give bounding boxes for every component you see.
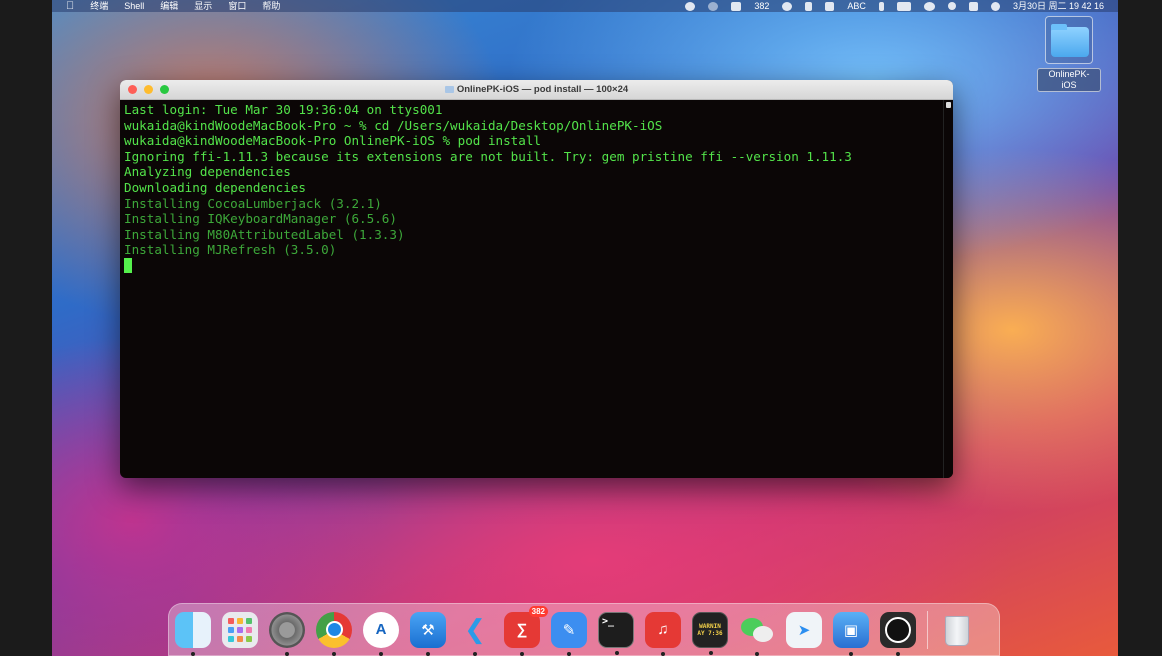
chrome-icon[interactable] — [316, 611, 352, 656]
status-stop-icon[interactable] — [708, 1, 719, 11]
spotlight-search-icon[interactable] — [947, 2, 956, 10]
status-network-icon[interactable] — [782, 1, 793, 11]
zoom-window-button[interactable] — [160, 85, 169, 94]
terminal-line: Last login: Tue Mar 30 19:36:04 on ttys0… — [124, 102, 443, 117]
desktop-folder[interactable]: OnlinePK-iOS — [1037, 16, 1101, 93]
menu-view[interactable]: 显示 — [194, 0, 212, 12]
vscode-icon[interactable]: ❮ — [457, 612, 493, 656]
weibo-badge: 382 — [528, 605, 548, 617]
testflight-icon[interactable]: ➤ — [786, 611, 822, 648]
terminal-line: Installing MJRefresh (3.5.0) — [124, 242, 337, 258]
terminal-line: Installing M80AttributedLabel (1.3.3) — [124, 226, 405, 242]
terminal-window: OnlinePK-iOS — pod install — 100×24 Last… — [120, 80, 953, 478]
console-icon[interactable]: WARNIN AY 7:36 — [692, 611, 728, 655]
weibo-icon[interactable]: ∑ 382 — [504, 605, 548, 656]
battery-icon[interactable] — [896, 1, 911, 11]
desktop:  终端 Shell 编辑 显示 窗口 帮助 382 ABC 3月30日 周二 … — [52, 0, 1118, 656]
terminal-scrollbar[interactable] — [943, 100, 953, 478]
simulator-icon[interactable]: ▣ — [833, 611, 869, 656]
terminal-glyph: >_ — [602, 615, 615, 627]
finder-icon[interactable] — [175, 611, 211, 656]
terminal-output[interactable]: Last login: Tue Mar 30 19:36:04 on ttys0… — [120, 100, 943, 478]
terminal-icon[interactable]: >_ — [598, 611, 634, 655]
status-badge-count[interactable]: 382 — [754, 0, 769, 12]
menu-terminal[interactable]: 终端 — [90, 0, 108, 12]
folder-icon[interactable] — [1045, 16, 1093, 64]
folder-label[interactable]: OnlinePK-iOS — [1037, 68, 1101, 92]
control-center-icon[interactable] — [968, 1, 978, 11]
menu-edit[interactable]: 编辑 — [160, 0, 178, 12]
xcode-icon[interactable]: ⚒ — [410, 611, 446, 656]
menu-clock[interactable]: 3月30日 周二 19 42 16 — [1013, 0, 1104, 12]
menu-window[interactable]: 窗口 — [228, 0, 246, 12]
window-title-text: OnlinePK-iOS — pod install — 100×24 — [456, 84, 629, 95]
bluetooth-icon[interactable] — [878, 1, 884, 11]
system-preferences-icon[interactable] — [269, 611, 305, 656]
input-source-label[interactable]: ABC — [847, 0, 866, 12]
terminal-line: wukaida@kindWoodeMacBook-Pro OnlinePK-iO… — [124, 133, 542, 149]
terminal-line: Ignoring ffi-1.11.3 because its extensio… — [124, 148, 852, 164]
wechat-icon[interactable] — [739, 612, 775, 656]
status-app-icon[interactable] — [685, 1, 696, 11]
minimize-window-button[interactable] — [144, 85, 153, 94]
menu-help[interactable]: 帮助 — [262, 0, 280, 12]
console-text: WARNIN AY 7:36 — [697, 622, 723, 637]
left-letterbox — [0, 0, 52, 656]
dock: A ⚒ ❮ ∑ 382 ✎ >_ ♫ WARNIN AY 7:36 ➤ ▣ — [168, 603, 1000, 656]
window-title: OnlinePK-iOS — pod install — 100×24 — [120, 84, 953, 95]
apple-menu-icon[interactable]:  — [66, 0, 74, 12]
netease-music-icon[interactable]: ♫ — [645, 611, 681, 656]
siri-icon[interactable] — [990, 1, 1000, 11]
terminal-line: Installing CocoaLumberjack (3.2.1) — [124, 195, 382, 211]
close-window-button[interactable] — [128, 85, 137, 94]
terminal-line: Analyzing dependencies — [124, 164, 291, 180]
scrollbar-thumb[interactable] — [946, 102, 951, 108]
launchpad-icon[interactable] — [222, 611, 258, 648]
status-pen-icon[interactable] — [731, 1, 742, 11]
wifi-icon[interactable] — [923, 1, 935, 11]
right-letterbox — [1118, 0, 1162, 656]
input-method-icon[interactable] — [825, 1, 835, 11]
instruments-icon[interactable]: A — [363, 611, 399, 656]
folder-proxy-icon — [444, 86, 454, 93]
terminal-line: Downloading dependencies — [124, 179, 306, 195]
trash-icon[interactable] — [939, 612, 975, 648]
terminal-line: Installing IQKeyboardManager (6.5.6) — [124, 211, 397, 227]
window-titlebar[interactable]: OnlinePK-iOS — pod install — 100×24 — [120, 80, 953, 100]
status-tool-icon[interactable] — [805, 1, 813, 11]
pen-icon[interactable]: ✎ — [551, 611, 587, 656]
menu-shell[interactable]: Shell — [124, 0, 144, 12]
text-cursor — [124, 257, 132, 273]
terminal-prompt-line[interactable] — [124, 257, 943, 274]
dock-separator — [927, 610, 928, 649]
obs-icon[interactable] — [880, 611, 916, 656]
menu-bar:  终端 Shell 编辑 显示 窗口 帮助 382 ABC 3月30日 周二 … — [52, 0, 1118, 12]
terminal-line: wukaida@kindWoodeMacBook-Pro ~ % cd /Use… — [124, 117, 663, 133]
